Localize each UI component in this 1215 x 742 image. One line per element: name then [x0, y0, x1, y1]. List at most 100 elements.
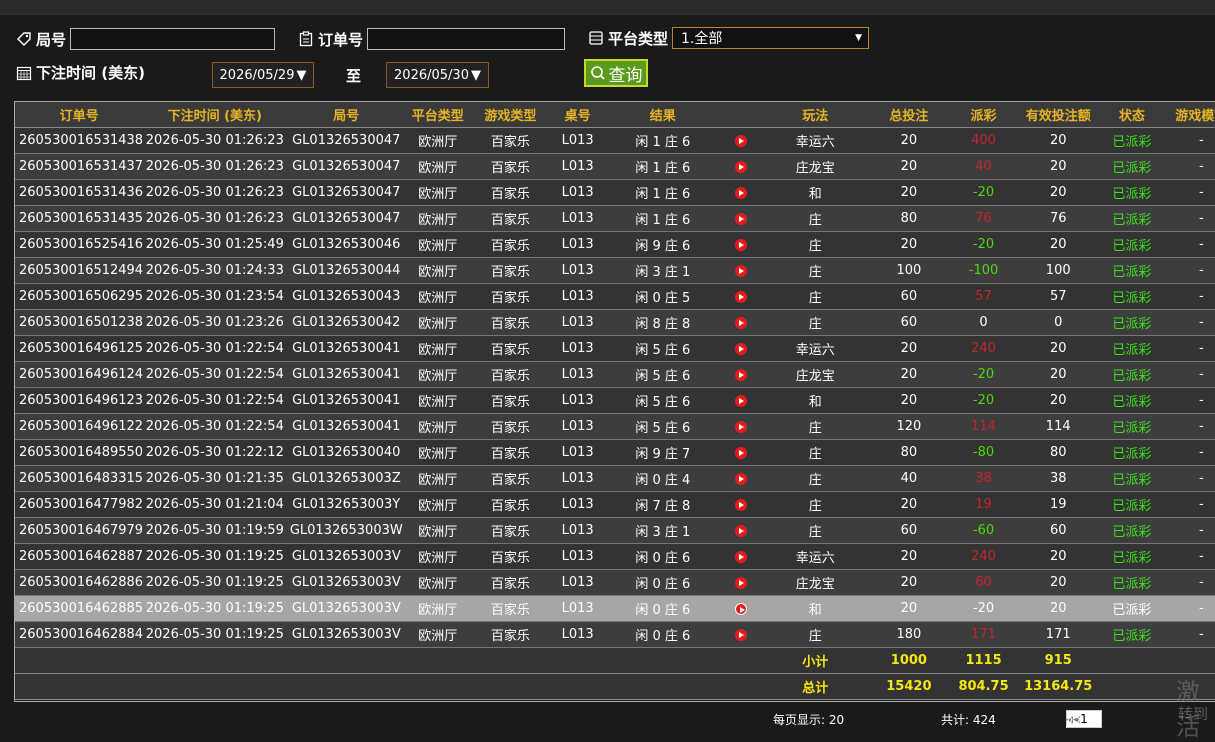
cell-valid-bet: 20 — [1020, 569, 1097, 596]
col-header-game[interactable]: 游戏类型 — [469, 102, 552, 128]
cell-table-no: L013 — [551, 491, 604, 518]
cell-order: 260530016531435 — [15, 205, 144, 232]
table-row[interactable]: 260530016506295 2026-05-30 01:23:54 GL0132… — [15, 283, 1215, 310]
cell-replay — [721, 413, 760, 440]
col-header-payout[interactable]: 派彩 — [946, 102, 1021, 128]
platform-select[interactable]: 1.全部 ▼ — [672, 27, 870, 49]
cell-play-type: 幸运六 — [759, 543, 872, 570]
table-row[interactable]: 260530016462885 2026-05-30 01:19:25 GL0132… — [15, 595, 1215, 622]
table-row[interactable]: 260530016462884 2026-05-30 01:19:25 GL0132… — [15, 621, 1215, 648]
cell-play-type: 幸运六 — [759, 127, 872, 154]
table-row[interactable]: 260530016531435 2026-05-30 01:26:23 GL0132… — [15, 205, 1215, 232]
play-video-icon[interactable] — [734, 186, 747, 199]
cell-order: 260530016496122 — [15, 413, 144, 440]
col-header-status[interactable]: 状态 — [1096, 102, 1168, 128]
table-row[interactable]: 260530016525416 2026-05-30 01:25:49 GL0132… — [15, 231, 1215, 258]
table-row[interactable]: 260530016531438 2026-05-30 01:26:23 GL0132… — [15, 127, 1215, 154]
col-header-order[interactable]: 订单号 — [15, 102, 144, 128]
table-row[interactable]: 260530016462886 2026-05-30 01:19:25 GL0132… — [15, 569, 1215, 596]
cell-platform: 欧洲厅 — [406, 335, 470, 362]
cell-play-type: 庄龙宝 — [759, 569, 872, 596]
cell-status: 已派彩 — [1096, 257, 1168, 284]
cell-payout: 400 — [946, 127, 1021, 154]
play-video-icon[interactable] — [734, 576, 747, 589]
table-row[interactable]: 260530016512494 2026-05-30 01:24:33 GL0132… — [15, 257, 1215, 284]
play-video-icon[interactable] — [734, 472, 747, 485]
query-button[interactable]: 查询 — [584, 59, 648, 87]
play-video-icon[interactable] — [734, 290, 747, 303]
col-header-table[interactable]: 桌号 — [551, 102, 604, 128]
play-video-icon[interactable] — [734, 368, 747, 381]
cell-payout: 240 — [946, 335, 1021, 362]
cell-round: GL0132653003V — [286, 595, 407, 622]
cell-platform: 欧洲厅 — [406, 179, 470, 206]
cell-game-type: 百家乐 — [469, 491, 552, 518]
play-video-icon[interactable] — [734, 602, 747, 615]
col-header-mode[interactable]: 游戏模式 — [1167, 102, 1215, 128]
cell-play-type: 庄龙宝 — [759, 361, 872, 388]
cell-valid-bet: 171 — [1020, 621, 1097, 648]
cell-round: GL0132653003Y — [286, 491, 407, 518]
cell-replay — [721, 491, 760, 518]
cell-order: 260530016489550 — [15, 439, 144, 466]
play-video-icon[interactable] — [734, 394, 747, 407]
round-input[interactable] — [70, 28, 276, 50]
table-row[interactable]: 260530016467979 2026-05-30 01:19:59 GL0132… — [15, 517, 1215, 544]
play-video-icon[interactable] — [734, 420, 747, 433]
cell-result: 闲 0 庄 6 — [603, 621, 722, 648]
play-video-icon[interactable] — [734, 264, 747, 277]
cell-game-mode: - — [1167, 257, 1215, 284]
play-video-icon[interactable] — [734, 316, 747, 329]
cell-payout: -20 — [946, 179, 1021, 206]
col-header-play[interactable]: 玩法 — [759, 102, 872, 128]
col-header-round[interactable]: 局号 — [286, 102, 407, 128]
table-row[interactable]: 260530016531437 2026-05-30 01:26:23 GL0132… — [15, 153, 1215, 180]
play-video-icon[interactable] — [734, 550, 747, 563]
date-from-picker[interactable]: 2026/05/29 ▼ — [212, 62, 314, 88]
cell-round: GL0132653003V — [286, 621, 407, 648]
play-video-icon[interactable] — [734, 212, 747, 225]
col-header-time[interactable]: 下注时间 (美东) — [143, 102, 287, 128]
table-row[interactable]: 260530016496122 2026-05-30 01:22:54 GL0132… — [15, 413, 1215, 440]
cell-round: GL0132653003V — [286, 543, 407, 570]
play-video-icon[interactable] — [734, 134, 747, 147]
table-row[interactable]: 260530016496125 2026-05-30 01:22:54 GL0132… — [15, 335, 1215, 362]
cell-play-type: 庄 — [759, 621, 872, 648]
play-video-icon[interactable] — [734, 498, 747, 511]
cell-valid-bet: 38 — [1020, 465, 1097, 492]
table-row[interactable]: 260530016501238 2026-05-30 01:23:26 GL0132… — [15, 309, 1215, 336]
play-video-icon[interactable] — [734, 238, 747, 251]
play-video-icon[interactable] — [734, 446, 747, 459]
cell-order: 260530016512494 — [15, 257, 144, 284]
cell-platform: 欧洲厅 — [406, 257, 470, 284]
cell-table-no: L013 — [551, 127, 604, 154]
cell-play-type: 庄 — [759, 309, 872, 336]
cell-table-no: L013 — [551, 231, 604, 258]
table-row[interactable]: 260530016462887 2026-05-30 01:19:25 GL0132… — [15, 543, 1215, 570]
col-header-result[interactable]: 结果 — [603, 102, 722, 128]
table-row[interactable]: 260530016531436 2026-05-30 01:26:23 GL0132… — [15, 179, 1215, 206]
col-header-valid[interactable]: 有效投注额 — [1020, 102, 1097, 128]
table-row[interactable]: 260530016477982 2026-05-30 01:21:04 GL0132… — [15, 491, 1215, 518]
play-video-icon[interactable] — [734, 160, 747, 173]
table-row[interactable]: 260530016496124 2026-05-30 01:22:54 GL0132… — [15, 361, 1215, 388]
date-to-picker[interactable]: 2026/05/30 ▼ — [386, 62, 489, 88]
cell-result: 闲 8 庄 8 — [603, 309, 722, 336]
bet-time-label: 下注时间 (美东) — [16, 62, 145, 83]
play-video-icon[interactable] — [734, 524, 747, 537]
total-bet: 15420 — [871, 673, 947, 700]
cell-total-bet: 120 — [871, 413, 947, 440]
table-row[interactable]: 260530016483315 2026-05-30 01:21:35 GL0132… — [15, 465, 1215, 492]
play-video-icon[interactable] — [734, 628, 747, 641]
table-row[interactable]: 260530016489550 2026-05-30 01:22:12 GL0132… — [15, 439, 1215, 466]
chevron-down-icon: ▼ — [855, 33, 863, 43]
play-video-icon[interactable] — [734, 342, 747, 355]
order-input[interactable] — [367, 28, 566, 50]
table-row[interactable]: 260530016496123 2026-05-30 01:22:54 GL0132… — [15, 387, 1215, 414]
cell-table-no: L013 — [551, 387, 604, 414]
cell-time: 2026-05-30 01:19:25 — [143, 569, 287, 596]
col-header-platform[interactable]: 平台类型 — [406, 102, 470, 128]
col-header-bet[interactable]: 总投注 — [871, 102, 947, 128]
cell-game-type: 百家乐 — [469, 387, 552, 414]
cell-replay — [721, 127, 760, 154]
